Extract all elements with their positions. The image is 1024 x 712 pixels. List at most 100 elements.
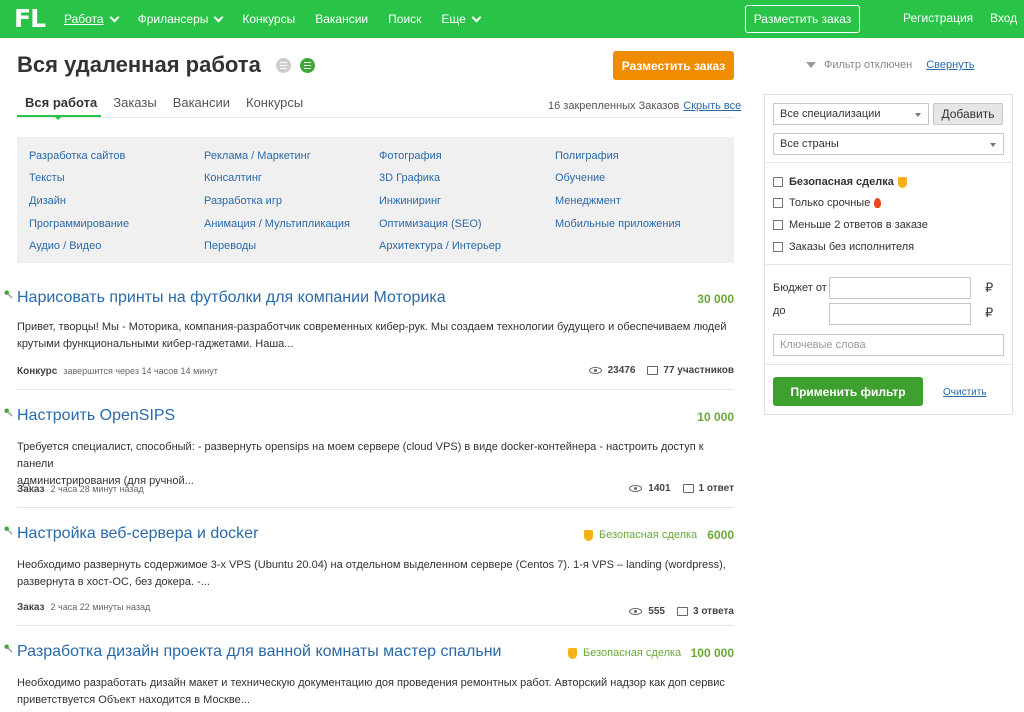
add-specialization-button[interactable]: Добавить bbox=[933, 103, 1003, 125]
nav-search[interactable]: Поиск bbox=[388, 12, 421, 26]
post-order-button[interactable]: Разместить заказ bbox=[613, 51, 734, 80]
project-stats: 555 3 ответа bbox=[629, 606, 734, 617]
eye-icon bbox=[588, 367, 602, 374]
project-time: 2 часа 28 минут назад bbox=[50, 484, 144, 494]
nav-freelancers[interactable]: Фрилансеры bbox=[137, 12, 224, 26]
chevron-down-icon bbox=[213, 12, 224, 22]
few-replies-checkbox[interactable]: Меньше 2 ответов в заказе bbox=[773, 219, 928, 231]
budget-from-input[interactable] bbox=[829, 277, 971, 299]
tab-vacancies[interactable]: Вакансии bbox=[173, 93, 230, 117]
apply-filter-button[interactable]: Применить фильтр bbox=[773, 377, 923, 406]
checkbox-label: Безопасная сделка bbox=[789, 176, 894, 188]
safe-deal-checkbox[interactable]: Безопасная сделка bbox=[773, 176, 907, 188]
tab-contests[interactable]: Конкурсы bbox=[246, 93, 303, 117]
shield-icon bbox=[897, 176, 907, 188]
tab-orders[interactable]: Заказы bbox=[113, 93, 156, 117]
category-link[interactable]: Консалтинг bbox=[204, 172, 262, 184]
keywords-input[interactable]: Ключевые слова bbox=[773, 334, 1004, 356]
specialization-select[interactable]: Все специализации bbox=[773, 103, 929, 125]
project-title[interactable]: Настройка веб-сервера и docker bbox=[17, 525, 258, 543]
checkbox-label: Меньше 2 ответов в заказе bbox=[789, 219, 928, 231]
collapse-filter-link[interactable]: Свернуть bbox=[926, 59, 974, 71]
category-link[interactable]: Анимация / Мультипликация bbox=[204, 218, 350, 230]
register-link[interactable]: Регистрация bbox=[903, 11, 973, 25]
nav-vacancies[interactable]: Вакансии bbox=[315, 12, 368, 26]
chevron-down-icon bbox=[915, 113, 921, 117]
divider bbox=[17, 625, 734, 626]
project-title[interactable]: Нарисовать принты на футболки для компан… bbox=[17, 289, 446, 307]
checkbox[interactable] bbox=[773, 220, 783, 230]
categories-panel: Разработка сайтов Тексты Дизайн Программ… bbox=[17, 137, 734, 263]
view-count: 555 bbox=[648, 606, 665, 617]
clear-filter-link[interactable]: Очистить bbox=[943, 387, 987, 398]
reply-count: 1 ответ bbox=[698, 483, 734, 494]
eye-icon bbox=[629, 608, 643, 615]
chevron-down-icon bbox=[990, 143, 996, 147]
safe-deal-badge: Безопасная сделка bbox=[584, 529, 697, 541]
category-link[interactable]: Архитектура / Интерьер bbox=[379, 240, 501, 252]
list-feed-icon[interactable] bbox=[300, 58, 315, 73]
category-link[interactable]: Тексты bbox=[29, 172, 65, 184]
budget-to-input[interactable] bbox=[829, 303, 971, 325]
active-tab-caret bbox=[54, 116, 62, 120]
pin-icon bbox=[4, 644, 13, 653]
pinned-orders: 16 закрепленных Заказов Скрыть все bbox=[548, 100, 741, 112]
budget-from-label: Бюджет от bbox=[773, 282, 827, 294]
tab-all-jobs[interactable]: Вся работа bbox=[25, 93, 97, 117]
category-link[interactable]: Реклама / Маркетинг bbox=[204, 150, 311, 162]
project-stats: 23476 77 участников bbox=[588, 365, 734, 376]
project-title[interactable]: Настроить OpenSIPS bbox=[17, 407, 175, 425]
checkbox[interactable] bbox=[773, 177, 783, 187]
country-select[interactable]: Все страны bbox=[773, 133, 1004, 155]
nav-contests[interactable]: Конкурсы bbox=[242, 12, 295, 26]
checkbox-label: Только срочные bbox=[789, 197, 871, 209]
category-link[interactable]: Аудио / Видео bbox=[29, 240, 101, 252]
category-link[interactable]: Оптимизация (SEO) bbox=[379, 218, 482, 230]
header-post-order-button[interactable]: Разместить заказ bbox=[745, 5, 860, 33]
nav-jobs[interactable]: Работа bbox=[64, 12, 120, 26]
category-link[interactable]: Менеджмент bbox=[555, 195, 621, 207]
category-link[interactable]: Переводы bbox=[204, 240, 256, 252]
category-link[interactable]: Обучение bbox=[555, 172, 605, 184]
description-line: Требуется специалист, способный: - разве… bbox=[17, 441, 704, 470]
nav-freelancers-label: Фрилансеры bbox=[137, 12, 209, 26]
checkbox[interactable] bbox=[773, 198, 783, 208]
project-title[interactable]: Разработка дизайн проекта для ванной ком… bbox=[17, 643, 501, 661]
comment-icon bbox=[682, 484, 694, 493]
urgent-only-checkbox[interactable]: Только срочные bbox=[773, 197, 882, 209]
category-link[interactable]: Полиграфия bbox=[555, 150, 619, 162]
divider bbox=[17, 507, 734, 508]
category-link[interactable]: Фотография bbox=[379, 150, 442, 162]
category-link[interactable]: Инжиниринг bbox=[379, 195, 441, 207]
main-nav: Работа Фрилансеры Конкурсы Вакансии Поис… bbox=[64, 0, 500, 38]
comment-icon bbox=[676, 607, 688, 616]
category-link[interactable]: Дизайн bbox=[29, 195, 66, 207]
specialization-value: Все специализации bbox=[780, 108, 881, 120]
nav-more[interactable]: Еще bbox=[441, 12, 482, 26]
fl-logo[interactable]: FL bbox=[14, 4, 46, 33]
description-line: приветствуется Объект находится в Москве… bbox=[17, 694, 250, 706]
rss-icon[interactable] bbox=[276, 58, 291, 73]
divider bbox=[764, 162, 1013, 163]
pin-icon bbox=[4, 290, 13, 299]
tabs-divider bbox=[17, 117, 734, 118]
eye-icon bbox=[629, 485, 643, 492]
category-link[interactable]: Мобильные приложения bbox=[555, 218, 681, 230]
project-description: Необходимо разработать дизайн макет и те… bbox=[17, 675, 727, 709]
project-description: Требуется специалист, способный: - разве… bbox=[17, 439, 727, 490]
category-link[interactable]: Программирование bbox=[29, 218, 129, 230]
description-line: Необходимо разработать дизайн макет и те… bbox=[17, 677, 725, 689]
category-link[interactable]: 3D Графика bbox=[379, 172, 440, 184]
project-type: Заказ bbox=[17, 602, 45, 613]
checkbox[interactable] bbox=[773, 242, 783, 252]
no-executor-checkbox[interactable]: Заказы без исполнителя bbox=[773, 241, 914, 253]
login-link[interactable]: Вход bbox=[990, 11, 1017, 25]
comment-icon bbox=[647, 366, 659, 375]
country-value: Все страны bbox=[780, 138, 839, 150]
category-link[interactable]: Разработка игр bbox=[204, 195, 282, 207]
project-price: 10 000 bbox=[697, 410, 734, 424]
hide-all-link[interactable]: Скрыть все bbox=[683, 100, 741, 112]
shield-icon bbox=[584, 529, 593, 541]
currency-label: ₽ bbox=[985, 280, 994, 295]
category-link[interactable]: Разработка сайтов bbox=[29, 150, 125, 162]
